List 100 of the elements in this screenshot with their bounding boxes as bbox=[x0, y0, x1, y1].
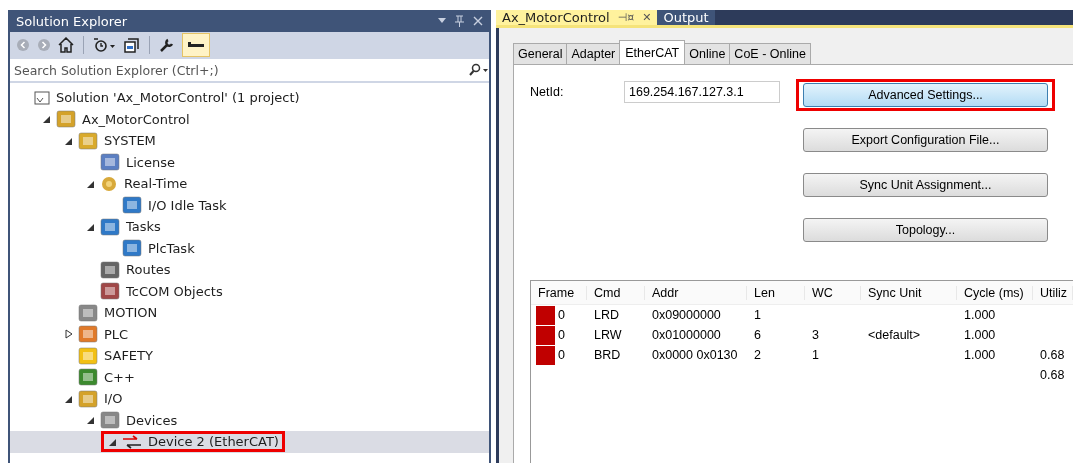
table-cell: 0 bbox=[558, 308, 565, 322]
dialog-button[interactable]: Topology... bbox=[803, 218, 1048, 242]
tree-item[interactable]: I/O Idle Task bbox=[10, 194, 489, 216]
expanded-arrow-icon[interactable] bbox=[65, 136, 73, 145]
table-cell: 1.000 bbox=[964, 348, 996, 362]
search-input[interactable]: Search Solution Explorer (Ctrl+;) bbox=[10, 62, 467, 78]
table-cell: 1.000 bbox=[964, 328, 996, 342]
column-header[interactable]: Cmd bbox=[587, 285, 645, 300]
tree-item[interactable]: TcCOM Objects bbox=[10, 280, 489, 302]
tree-item[interactable]: Device 2 (EtherCAT) bbox=[10, 431, 489, 453]
column-header[interactable]: Utiliz bbox=[1033, 285, 1073, 300]
table-cell: 6 bbox=[754, 328, 761, 342]
dialog-button[interactable]: Sync Unit Assignment... bbox=[803, 173, 1048, 197]
table-cell: LRW bbox=[594, 328, 622, 342]
collapsed-arrow-icon[interactable] bbox=[65, 329, 73, 340]
expanded-arrow-icon[interactable] bbox=[65, 394, 73, 403]
table-cell: 0 bbox=[558, 328, 565, 342]
document-tab[interactable]: Ax_MotorControl ⊣¤ ✕ bbox=[496, 10, 658, 25]
tree-item[interactable]: Ax_MotorControl bbox=[10, 108, 489, 130]
tree-item-label: SAFETY bbox=[104, 348, 153, 364]
property-tab[interactable]: CoE - Online bbox=[729, 43, 811, 64]
clock-dropdown-icon[interactable] bbox=[93, 37, 117, 53]
expanded-arrow-icon[interactable] bbox=[109, 437, 117, 446]
tree-item[interactable]: License bbox=[10, 151, 489, 173]
dialog-button[interactable]: Export Configuration File... bbox=[803, 128, 1048, 152]
pin-button[interactable]: ⊣¤ bbox=[617, 11, 635, 24]
table-cell: 0.68 bbox=[1040, 348, 1065, 362]
tree-item[interactable]: Tasks bbox=[10, 216, 489, 238]
tree-item-label: Real-Time bbox=[124, 176, 188, 192]
column-header[interactable]: Sync Unit bbox=[861, 285, 957, 300]
table-cell: 2 bbox=[754, 348, 761, 362]
tree-item[interactable]: SYSTEM bbox=[10, 130, 489, 152]
tree-item-label: I/O Idle Task bbox=[148, 197, 227, 213]
tree-item-label: SYSTEM bbox=[104, 133, 156, 149]
document-tab[interactable]: Output bbox=[657, 10, 715, 25]
search-icon[interactable] bbox=[467, 63, 489, 77]
table-cell: 1 bbox=[812, 348, 819, 362]
close-button[interactable]: ✕ bbox=[642, 11, 652, 24]
property-tab[interactable]: Adapter bbox=[566, 43, 621, 64]
home-icon[interactable] bbox=[58, 37, 74, 53]
table-cell: 0x01000000 bbox=[652, 328, 721, 342]
dialog-button[interactable]: Advanced Settings... bbox=[803, 83, 1048, 107]
orb-icon bbox=[100, 174, 118, 193]
arrows-icon bbox=[122, 434, 142, 449]
collapse-icon bbox=[186, 40, 206, 50]
column-header[interactable]: Addr bbox=[645, 285, 747, 300]
column-header[interactable]: Frame bbox=[531, 285, 587, 300]
expanded-arrow-icon[interactable] bbox=[87, 179, 95, 188]
column-header[interactable]: WC bbox=[805, 285, 861, 300]
tree-item-label: Tasks bbox=[126, 219, 161, 235]
column-header[interactable]: Len bbox=[747, 285, 805, 300]
table-cell: 0 bbox=[558, 348, 565, 362]
table-cell: 0.68 bbox=[1040, 368, 1065, 382]
tree-item-label: Solution 'Ax_MotorControl' (1 project) bbox=[56, 90, 300, 106]
tree-item[interactable]: Solution 'Ax_MotorControl' (1 project) bbox=[10, 87, 489, 109]
tree-item[interactable]: I/O bbox=[10, 388, 489, 410]
expanded-arrow-icon[interactable] bbox=[87, 222, 95, 231]
table-cell: <default> bbox=[868, 328, 921, 342]
solution-icon bbox=[34, 90, 50, 105]
windows-icon[interactable] bbox=[124, 37, 140, 53]
tree-item-label: C++ bbox=[104, 369, 135, 385]
pin-icon[interactable] bbox=[455, 15, 464, 27]
expanded-arrow-icon[interactable] bbox=[43, 115, 51, 124]
tree-item[interactable]: Real-Time bbox=[10, 173, 489, 195]
collapse-button[interactable] bbox=[182, 33, 210, 57]
table-cell: 3 bbox=[812, 328, 819, 342]
tree-item-label: Device 2 (EtherCAT) bbox=[148, 434, 279, 450]
property-tab[interactable]: General bbox=[513, 43, 568, 64]
tree-item-label: Devices bbox=[126, 412, 178, 428]
tree-item[interactable]: MOTION bbox=[10, 302, 489, 324]
table-cell: 1.000 bbox=[964, 308, 996, 322]
netid-field[interactable]: 169.254.167.127.3.1 bbox=[624, 81, 780, 103]
property-tab[interactable]: Online bbox=[684, 43, 731, 64]
tree-item[interactable]: Routes bbox=[10, 259, 489, 281]
tree-item-label: License bbox=[126, 154, 175, 170]
netid-label: NetId: bbox=[530, 84, 565, 99]
close-icon[interactable] bbox=[473, 16, 483, 26]
tree-item-label: PlcTask bbox=[148, 240, 195, 256]
tree-item-label: Ax_MotorControl bbox=[82, 111, 190, 127]
expanded-arrow-icon[interactable] bbox=[87, 416, 95, 425]
tree-item-label: Routes bbox=[126, 262, 171, 278]
tree-item[interactable]: PLC bbox=[10, 323, 489, 345]
wrench-icon[interactable] bbox=[159, 37, 175, 53]
search-field[interactable]: Search Solution Explorer (Ctrl+;) bbox=[10, 58, 489, 83]
table-cell: 0x0000 0x0130 bbox=[652, 348, 738, 362]
table-cell: 0x09000000 bbox=[652, 308, 721, 322]
property-tab[interactable]: EtherCAT bbox=[619, 40, 686, 64]
panel-title: Solution Explorer bbox=[16, 13, 128, 29]
column-header[interactable]: Cycle (ms) bbox=[957, 285, 1033, 300]
tree-item[interactable]: Devices bbox=[10, 409, 489, 431]
dropdown-icon[interactable] bbox=[438, 18, 446, 24]
table-cell: BRD bbox=[594, 348, 621, 362]
tree-item-label: PLC bbox=[104, 326, 129, 342]
tree-item-label: TcCOM Objects bbox=[126, 283, 223, 299]
tree-item[interactable]: PlcTask bbox=[10, 237, 489, 259]
table-cell: LRD bbox=[594, 308, 619, 322]
tree-item[interactable]: SAFETY bbox=[10, 345, 489, 367]
table-cell: 1 bbox=[754, 308, 761, 322]
tree-item-label: MOTION bbox=[104, 305, 158, 321]
tree-item[interactable]: C++ bbox=[10, 366, 489, 388]
